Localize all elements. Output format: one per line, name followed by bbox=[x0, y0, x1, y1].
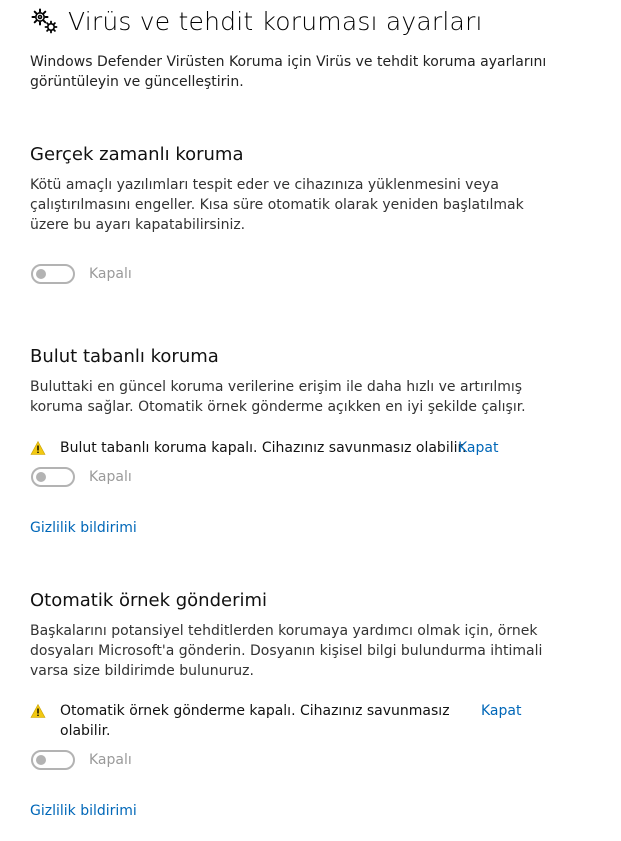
cloud-privacy-link[interactable]: Gizlilik bildirimi bbox=[30, 518, 137, 538]
warning-icon bbox=[30, 440, 46, 455]
toggle-state-label: Kapalı bbox=[89, 752, 132, 768]
section-description-sample: Başkalarını potansiyel tehditlerden koru… bbox=[30, 621, 550, 681]
page-header: Virüs ve tehdit koruması ayarları bbox=[30, 4, 483, 40]
description-line: Buluttaki en güncel koruma verilerine er… bbox=[30, 379, 523, 395]
page-description-line: görüntüleyin ve güncelleştirin. bbox=[30, 74, 244, 90]
description-line: koruma sağlar. Otomatik örnek gönderme a… bbox=[30, 399, 526, 415]
warning-line: olabilir. bbox=[60, 723, 111, 739]
description-line: çalıştırılmasını engeller. Kısa süre oto… bbox=[30, 197, 524, 213]
toggle-state-label: Kapalı bbox=[89, 266, 132, 282]
toggle-knob bbox=[36, 472, 46, 482]
toggle-knob bbox=[36, 269, 46, 279]
section-description-cloud: Buluttaki en güncel koruma verilerine er… bbox=[30, 377, 550, 417]
realtime-protection-toggle[interactable] bbox=[31, 264, 75, 284]
section-title-cloud: Bulut tabanlı koruma bbox=[30, 346, 219, 367]
toggle-state-label: Kapalı bbox=[89, 469, 132, 485]
cloud-warning-dismiss-link[interactable]: Kapat bbox=[458, 438, 498, 458]
cloud-protection-toggle[interactable] bbox=[31, 467, 75, 487]
description-line: varsa size bildirimde bulunuruz. bbox=[30, 663, 254, 679]
warning-line: Otomatik örnek gönderme kapalı. Cihazını… bbox=[60, 703, 450, 719]
page-description: Windows Defender Virüsten Koruma için Vi… bbox=[30, 52, 550, 92]
description-line: dosyaları Microsoft'a gönderin. Dosyanın… bbox=[30, 643, 543, 659]
warning-text: Bulut tabanlı koruma kapalı. Cihazınız s… bbox=[60, 440, 467, 456]
cloud-toggle-row: Kapalı bbox=[31, 467, 132, 487]
sample-privacy-link[interactable]: Gizlilik bildirimi bbox=[30, 801, 137, 821]
section-title-realtime: Gerçek zamanlı koruma bbox=[30, 144, 244, 165]
description-line: Başkalarını potansiyel tehditlerden koru… bbox=[30, 623, 538, 639]
description-line: Kötü amaçlı yazılımları tespit eder ve c… bbox=[30, 177, 499, 193]
cloud-warning: Bulut tabanlı koruma kapalı. Cihazınız s… bbox=[30, 438, 466, 458]
toggle-knob bbox=[36, 755, 46, 765]
sample-submission-toggle[interactable] bbox=[31, 750, 75, 770]
gears-icon bbox=[31, 8, 58, 34]
sample-warning-dismiss-link[interactable]: Kapat bbox=[481, 701, 521, 721]
warning-icon bbox=[30, 703, 46, 718]
section-title-sample: Otomatik örnek gönderimi bbox=[30, 590, 268, 611]
section-description-realtime: Kötü amaçlı yazılımları tespit eder ve c… bbox=[30, 175, 550, 235]
page-title: Virüs ve tehdit koruması ayarları bbox=[68, 7, 483, 36]
warning-text: Otomatik örnek gönderme kapalı. Cihazını… bbox=[60, 701, 450, 741]
description-line: üzere bu ayarı kapatabilirsiniz. bbox=[30, 217, 246, 233]
sample-toggle-row: Kapalı bbox=[31, 750, 132, 770]
sample-warning: Otomatik örnek gönderme kapalı. Cihazını… bbox=[30, 701, 450, 741]
realtime-toggle-row: Kapalı bbox=[31, 264, 132, 284]
page-description-line: Windows Defender Virüsten Koruma için Vi… bbox=[30, 54, 547, 70]
